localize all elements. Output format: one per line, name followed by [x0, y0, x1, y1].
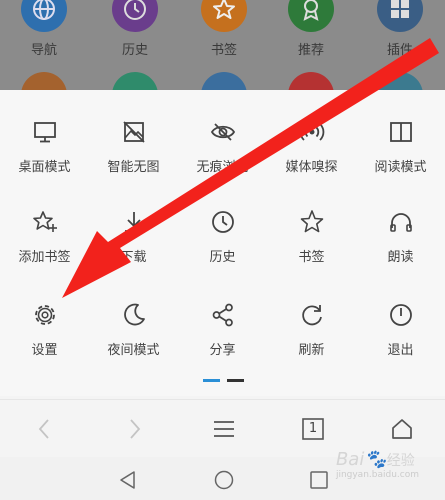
browser-menu-sheet: 桌面模式 智能无图 无痕浏览 媒体嗅探 阅读模式 添加书签 下载 历史 书签 朗…	[0, 90, 445, 396]
headphones-icon	[389, 213, 412, 232]
back-triangle-icon[interactable]	[117, 469, 139, 491]
watermark-subtext: jingyan.baidu.com	[335, 470, 419, 480]
shortcut-label: 历史	[121, 43, 148, 58]
forward-icon	[130, 419, 141, 439]
menu-item-label: 朗读	[387, 250, 414, 265]
menu-item-label: 添加书签	[18, 250, 71, 265]
shortcut-circle	[377, 72, 423, 90]
menu-item-read-aloud[interactable]: 朗读	[356, 208, 445, 278]
star-icon	[300, 210, 323, 233]
power-icon	[389, 304, 412, 326]
shortcut-circle	[201, 72, 247, 90]
home-button[interactable]	[387, 414, 417, 444]
refresh-icon	[301, 305, 322, 326]
shortcut-navigation: 导航	[14, 0, 74, 58]
broadcast-icon	[299, 123, 324, 141]
menu-item-label: 分享	[209, 343, 236, 358]
tabs-button[interactable]: 1	[298, 414, 328, 444]
menu-item-media-sniff[interactable]: 媒体嗅探	[267, 118, 356, 188]
menu-item-add-bookmark[interactable]: 添加书签	[0, 208, 89, 278]
menu-item-download[interactable]: 下载	[89, 208, 178, 278]
menu-item-history[interactable]: 历史	[178, 208, 267, 278]
home-circle-icon[interactable]	[213, 469, 235, 491]
globe-icon	[21, 0, 67, 32]
star-plus-icon	[32, 211, 57, 232]
shortcut-circle	[21, 72, 67, 90]
menu-item-label: 智能无图	[107, 160, 160, 175]
gear-icon	[34, 305, 55, 325]
shortcut-label: 插件	[386, 43, 413, 58]
grid-icon	[377, 0, 423, 32]
eye-slash-icon	[210, 123, 235, 141]
page-dot-active	[203, 379, 220, 382]
menu-item-label: 桌面模式	[18, 160, 71, 175]
forward-button[interactable]	[120, 414, 150, 444]
menu-item-reading-mode[interactable]: 阅读模式	[356, 118, 445, 188]
shortcut-recommend: 推荐	[281, 0, 341, 58]
menu-item-label: 退出	[387, 343, 414, 358]
menu-item-night-mode[interactable]: 夜间模式	[89, 301, 178, 371]
watermark-text: Bai	[335, 449, 365, 470]
menu-item-incognito[interactable]: 无痕浏览	[178, 118, 267, 188]
menu-item-exit[interactable]: 退出	[356, 301, 445, 371]
back-button[interactable]	[29, 414, 59, 444]
home-icon	[392, 419, 412, 439]
menu-item-desktop-mode[interactable]: 桌面模式	[0, 118, 89, 188]
menu-item-share[interactable]: 分享	[178, 301, 267, 371]
moon-icon	[123, 303, 145, 326]
paw-icon: 🐾	[364, 449, 387, 470]
shortcut-circle	[112, 72, 158, 90]
menu-item-refresh[interactable]: 刷新	[267, 301, 356, 371]
menu-item-label: 下载	[120, 250, 147, 265]
menu-item-label: 设置	[31, 343, 58, 358]
shortcut-label: 导航	[30, 43, 57, 58]
menu-item-label: 夜间模式	[107, 343, 160, 358]
download-icon	[124, 212, 143, 232]
menu-item-label: 媒体嗅探	[285, 160, 338, 175]
shortcut-label: 书签	[210, 43, 237, 58]
background-shortcuts: 导航 历史 书签 推荐 插件	[0, 0, 445, 90]
share-icon	[212, 303, 233, 327]
menu-item-label: 阅读模式	[374, 160, 427, 175]
page-dot	[227, 379, 244, 382]
no-image-icon	[122, 121, 145, 143]
tab-count: 1	[308, 421, 318, 436]
shortcut-circle	[288, 72, 334, 90]
menu-item-bookmarks[interactable]: 书签	[267, 208, 356, 278]
baidu-jingyan-watermark: Bai🐾经验 jingyan.baidu.com	[336, 449, 419, 480]
book-icon	[389, 122, 412, 142]
clock-icon	[211, 211, 234, 233]
menu-item-label: 无痕浏览	[196, 160, 249, 175]
badge-icon	[288, 0, 334, 32]
back-icon	[38, 419, 49, 439]
monitor-icon	[33, 122, 56, 143]
shortcut-plugins: 插件	[370, 0, 430, 58]
menu-item-label: 书签	[298, 250, 325, 265]
recents-square-icon[interactable]	[308, 469, 330, 491]
star-icon	[201, 0, 247, 32]
menu-item-smart-no-image[interactable]: 智能无图	[89, 118, 178, 188]
menu-item-settings[interactable]: 设置	[0, 301, 89, 371]
menu-item-label: 历史	[209, 250, 236, 265]
menu-button[interactable]	[209, 414, 239, 444]
watermark-paw-text: 经验	[386, 453, 415, 469]
shortcut-history: 历史	[105, 0, 165, 58]
menu-icon	[214, 421, 234, 437]
shortcut-bookmarks: 书签	[194, 0, 254, 58]
clock-icon	[112, 0, 158, 32]
shortcut-label: 推荐	[297, 43, 324, 58]
menu-item-label: 刷新	[298, 343, 325, 358]
page-indicator	[0, 379, 445, 383]
